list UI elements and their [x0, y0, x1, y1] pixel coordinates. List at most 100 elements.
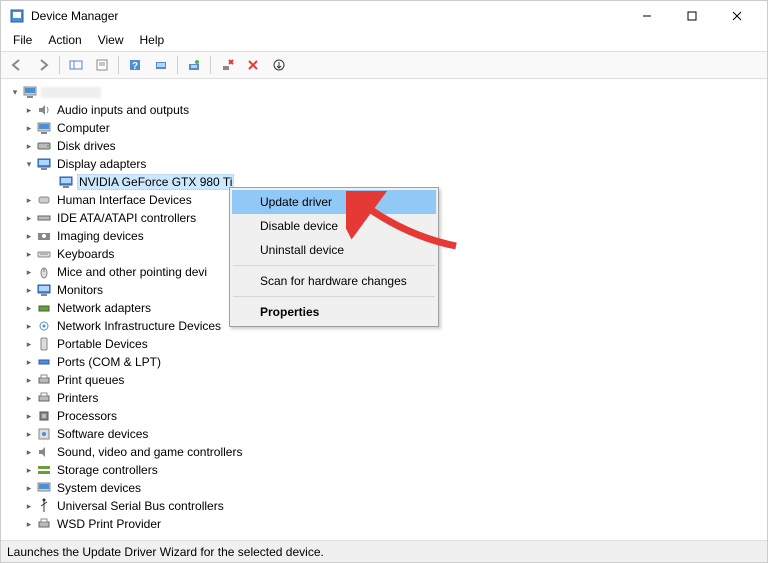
tree-node-label: WSD Print Provider	[55, 517, 163, 531]
expand-icon[interactable]: ▸	[23, 213, 35, 224]
expand-icon[interactable]: ▸	[23, 195, 35, 206]
tree-node-label: Audio inputs and outputs	[55, 103, 191, 117]
expand-icon[interactable]: ▸	[23, 321, 35, 332]
expand-icon[interactable]: ▸	[23, 249, 35, 260]
expand-icon[interactable]: ▸	[23, 375, 35, 386]
expand-icon[interactable]: ▸	[23, 141, 35, 152]
tree-node[interactable]: ▸ Portable Devices	[3, 335, 765, 353]
tree-root-node[interactable]: ▾	[3, 83, 765, 101]
device-category-icon	[35, 102, 53, 118]
tree-node-label: IDE ATA/ATAPI controllers	[55, 211, 198, 225]
tree-node-label: Portable Devices	[55, 337, 150, 351]
ctx-disable-device[interactable]: Disable device	[232, 214, 436, 238]
expand-icon[interactable]: ▸	[23, 339, 35, 350]
expand-icon[interactable]: ▸	[23, 411, 35, 422]
device-category-icon	[35, 282, 53, 298]
device-category-icon	[35, 372, 53, 388]
expand-icon[interactable]: ▸	[23, 231, 35, 242]
tree-node-label: Ports (COM & LPT)	[55, 355, 163, 369]
toolbar-separator	[118, 56, 119, 74]
expand-icon[interactable]: ▸	[23, 105, 35, 116]
device-category-icon	[35, 426, 53, 442]
close-button[interactable]	[714, 2, 759, 31]
toolbar-separator	[177, 56, 178, 74]
tree-node-label: Printers	[55, 391, 100, 405]
ctx-update-driver[interactable]: Update driver	[232, 190, 436, 214]
tree-node-label: Mice and other pointing devi	[55, 265, 209, 279]
toolbar: ?	[1, 51, 767, 79]
expand-icon[interactable]: ▸	[23, 267, 35, 278]
collapse-icon[interactable]: ▾	[9, 87, 21, 98]
device-icon	[57, 174, 75, 190]
expand-icon[interactable]: ▸	[23, 357, 35, 368]
app-icon	[9, 8, 25, 24]
tree-node[interactable]: ▸Computer	[3, 119, 765, 137]
window-title: Device Manager	[31, 9, 624, 23]
expand-icon[interactable]: ▸	[23, 303, 35, 314]
tree-node[interactable]: ▸ Universal Serial Bus controllers	[3, 497, 765, 515]
expand-icon[interactable]: ▸	[23, 519, 35, 530]
computer-icon	[21, 84, 39, 100]
expand-icon[interactable]: ▾	[23, 159, 35, 170]
device-category-icon	[35, 120, 53, 136]
tree-node-label: Disk drives	[55, 139, 118, 153]
expand-icon[interactable]: ▸	[23, 285, 35, 296]
device-category-icon	[35, 408, 53, 424]
expand-icon[interactable]: ▸	[23, 429, 35, 440]
ctx-uninstall-device[interactable]: Uninstall device	[232, 238, 436, 262]
context-menu: Update driver Disable device Uninstall d…	[229, 187, 439, 327]
device-category-icon	[35, 210, 53, 226]
device-category-icon	[35, 228, 53, 244]
tree-root-label	[41, 87, 101, 98]
ctx-separator	[233, 265, 435, 266]
forward-button[interactable]	[31, 54, 55, 76]
uninstall-button[interactable]	[215, 54, 239, 76]
ctx-separator	[233, 296, 435, 297]
tree-node-label: Keyboards	[55, 247, 116, 261]
tree-node-label: Universal Serial Bus controllers	[55, 499, 226, 513]
statusbar-text: Launches the Update Driver Wizard for th…	[7, 545, 324, 559]
tree-node[interactable]: ▸ Printers	[3, 389, 765, 407]
menu-help[interactable]: Help	[132, 31, 173, 51]
expand-icon[interactable]: ▸	[23, 501, 35, 512]
tree-node[interactable]: ▸ WSD Print Provider	[3, 515, 765, 533]
tree-node[interactable]: ▾Display adapters	[3, 155, 765, 173]
menu-file[interactable]: File	[5, 31, 40, 51]
expand-icon[interactable]: ▸	[23, 447, 35, 458]
ctx-scan-hardware[interactable]: Scan for hardware changes	[232, 269, 436, 293]
tree-node[interactable]: ▸ Audio inputs and outputs	[3, 101, 765, 119]
expand-icon[interactable]: ▸	[23, 483, 35, 494]
device-category-icon	[35, 516, 53, 532]
show-hide-console-button[interactable]	[64, 54, 88, 76]
menu-view[interactable]: View	[90, 31, 132, 51]
update-driver-button[interactable]	[182, 54, 206, 76]
device-category-icon	[35, 138, 53, 154]
properties-button[interactable]	[90, 54, 114, 76]
ctx-properties[interactable]: Properties	[232, 300, 436, 324]
tree-node-label: Software devices	[55, 427, 150, 441]
tree-node[interactable]: ▸ Disk drives	[3, 137, 765, 155]
device-category-icon	[35, 390, 53, 406]
device-category-icon	[35, 480, 53, 496]
tree-node[interactable]: ▸Processors	[3, 407, 765, 425]
back-button[interactable]	[5, 54, 29, 76]
tree-node[interactable]: ▸Print queues	[3, 371, 765, 389]
tree-node[interactable]: ▸ Software devices	[3, 425, 765, 443]
toolbar-separator	[59, 56, 60, 74]
expand-icon[interactable]: ▸	[23, 123, 35, 134]
tree-node[interactable]: ▸ Ports (COM & LPT)	[3, 353, 765, 371]
tree-node[interactable]: ▸System devices	[3, 479, 765, 497]
tree-node[interactable]: ▸Storage controllers	[3, 461, 765, 479]
help-button[interactable]: ?	[123, 54, 147, 76]
scan-hardware-button[interactable]	[149, 54, 173, 76]
expand-icon[interactable]: ▸	[23, 465, 35, 476]
toolbar-separator	[210, 56, 211, 74]
expand-icon[interactable]: ▸	[23, 393, 35, 404]
disable-button[interactable]	[241, 54, 265, 76]
tree-node[interactable]: ▸Sound, video and game controllers	[3, 443, 765, 461]
maximize-button[interactable]	[669, 2, 714, 31]
enable-button[interactable]	[267, 54, 291, 76]
minimize-button[interactable]	[624, 2, 669, 31]
svg-text:?: ?	[132, 61, 138, 72]
menu-action[interactable]: Action	[40, 31, 89, 51]
